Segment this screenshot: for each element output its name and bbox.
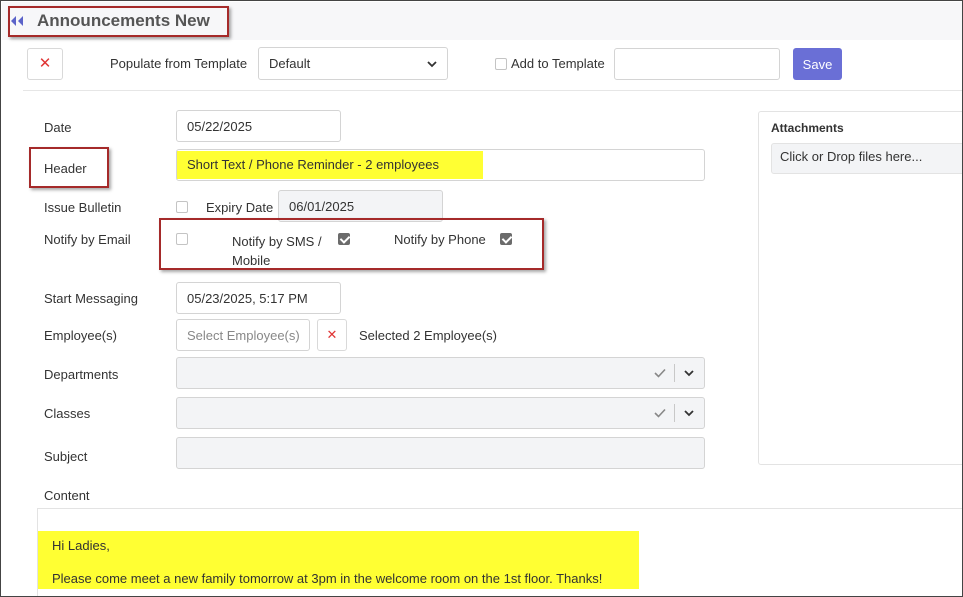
notify-phone-checkbox[interactable] (500, 233, 512, 245)
close-icon: ✕ (38, 55, 52, 72)
attachments-dropzone[interactable]: Click or Drop files here... (771, 143, 962, 174)
template-select[interactable]: Default (258, 47, 448, 80)
subject-input[interactable] (176, 437, 705, 469)
date-label: Date (44, 120, 72, 135)
close-icon: ✕ (326, 327, 338, 342)
content-line-message: Please come meet a new family tomorrow a… (52, 571, 603, 586)
notify-phone-label: Notify by Phone (394, 232, 486, 247)
template-name-input[interactable] (614, 48, 780, 80)
expiry-date-value: 06/01/2025 (289, 198, 355, 214)
check-icon[interactable] (654, 367, 666, 379)
issue-bulletin-checkbox[interactable] (176, 201, 188, 213)
check-icon[interactable] (654, 407, 666, 419)
chevron-down-icon[interactable] (684, 409, 694, 417)
header-label: Header (44, 161, 87, 176)
select-divider (674, 364, 675, 382)
header-input[interactable]: Short Text / Phone Reminder - 2 employee… (176, 149, 705, 181)
add-to-template-label: Add to Template (511, 56, 605, 71)
attachments-title: Attachments (771, 121, 844, 135)
notify-sms-label-line2: Mobile (232, 253, 271, 268)
employees-input[interactable]: Select Employee(s) (176, 319, 310, 351)
subject-label: Subject (44, 449, 88, 464)
date-value: 05/22/2025 (187, 118, 253, 134)
employees-label: Employee(s) (44, 328, 117, 343)
notify-sms-label: Notify by SMS / Mobile (232, 232, 322, 270)
annotation-box-notify (159, 218, 544, 270)
select-divider (674, 404, 675, 422)
title-bar: Announcements New (2, 2, 962, 40)
start-messaging-label: Start Messaging (44, 291, 138, 306)
notify-sms-label-line1: Notify by SMS / (232, 234, 322, 249)
start-messaging-value: 05/23/2025, 5:17 PM (187, 290, 308, 306)
page-title: Announcements New (37, 11, 210, 30)
departments-label: Departments (44, 367, 119, 382)
notify-email-label: Notify by Email (44, 232, 131, 247)
content-label: Content (44, 488, 90, 503)
content-line-greeting: Hi Ladies, (52, 538, 110, 553)
toolbar-divider (23, 90, 962, 91)
expiry-date-input[interactable]: 06/01/2025 (278, 190, 443, 222)
date-input[interactable]: 05/22/2025 (176, 110, 341, 142)
clear-employees-button[interactable]: ✕ (317, 319, 347, 351)
cancel-button[interactable]: ✕ (27, 48, 63, 80)
announcement-window: Announcements New ✕ Populate from Templa… (0, 0, 963, 597)
notify-sms-checkbox[interactable] (338, 233, 350, 245)
save-button[interactable]: Save (793, 48, 842, 80)
departments-select[interactable] (176, 357, 705, 389)
classes-label: Classes (44, 406, 91, 421)
start-messaging-input[interactable]: 05/23/2025, 5:17 PM (176, 282, 341, 314)
issue-bulletin-label: Issue Bulletin (44, 200, 122, 215)
header-value: Short Text / Phone Reminder - 2 employee… (177, 151, 483, 179)
employees-selected-text: Selected 2 Employee(s) (359, 328, 498, 343)
add-to-template-checkbox[interactable] (495, 58, 507, 70)
template-label: Populate from Template (110, 56, 248, 71)
chevron-down-icon (427, 61, 437, 68)
classes-select[interactable] (176, 397, 705, 429)
employees-placeholder: Select Employee(s) (187, 327, 300, 343)
double-chevron-left-icon[interactable] (10, 14, 26, 28)
template-select-value: Default (269, 56, 311, 71)
expiry-date-label: Expiry Date (206, 200, 274, 215)
notify-email-checkbox[interactable] (176, 233, 188, 245)
chevron-down-icon[interactable] (684, 369, 694, 377)
